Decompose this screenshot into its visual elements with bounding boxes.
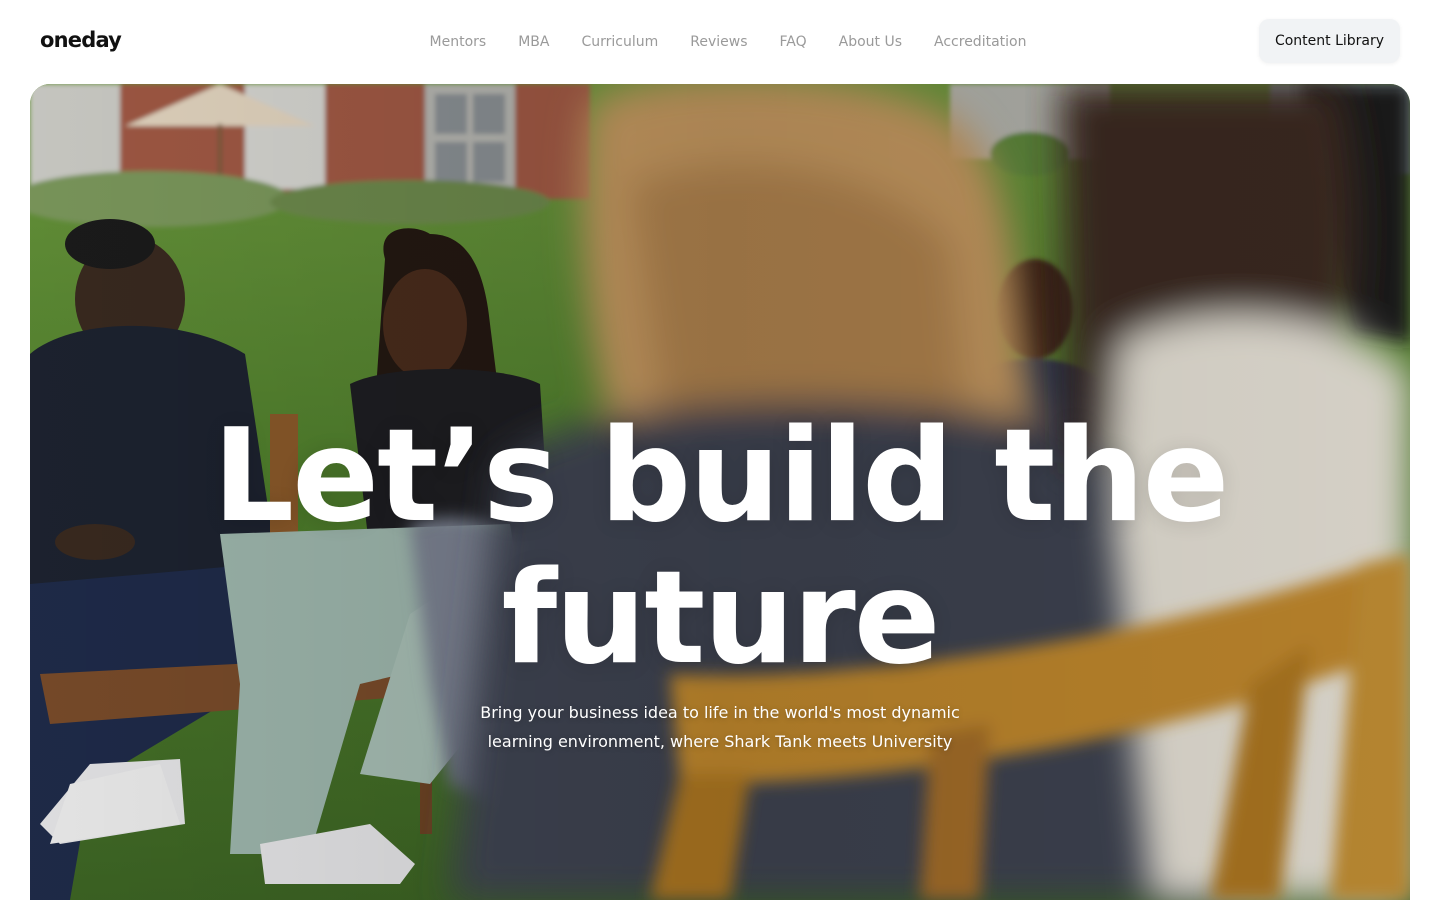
nav-link-reviews[interactable]: Reviews [690,32,747,52]
hero-subtitle: Bring your business idea to life in the … [30,698,1410,756]
nav-link-curriculum[interactable]: Curriculum [581,32,658,52]
hero-headline-line-1: Let’s build the [212,402,1230,551]
nav-link-faq[interactable]: FAQ [780,32,807,52]
hero-headline-line-2: future [501,544,940,693]
content-library-button[interactable]: Content Library [1259,19,1400,63]
logo[interactable]: oneday [40,28,122,52]
hero-subtitle-line-2: learning environment, where Shark Tank m… [487,732,953,751]
main-nav: Mentors MBA Curriculum Reviews FAQ About… [0,32,1440,52]
nav-link-about-us[interactable]: About Us [839,32,902,52]
nav-link-mentors[interactable]: Mentors [430,32,487,52]
hero-subtitle-line-1: Bring your business idea to life in the … [480,703,960,722]
site-header: oneday Mentors MBA Curriculum Reviews FA… [0,0,1440,84]
hero-section: Let’s build the future Bring your busine… [30,84,1410,900]
hero-headline: Let’s build the future [30,406,1410,690]
nav-link-mba[interactable]: MBA [518,32,549,52]
nav-link-accreditation[interactable]: Accreditation [934,32,1026,52]
